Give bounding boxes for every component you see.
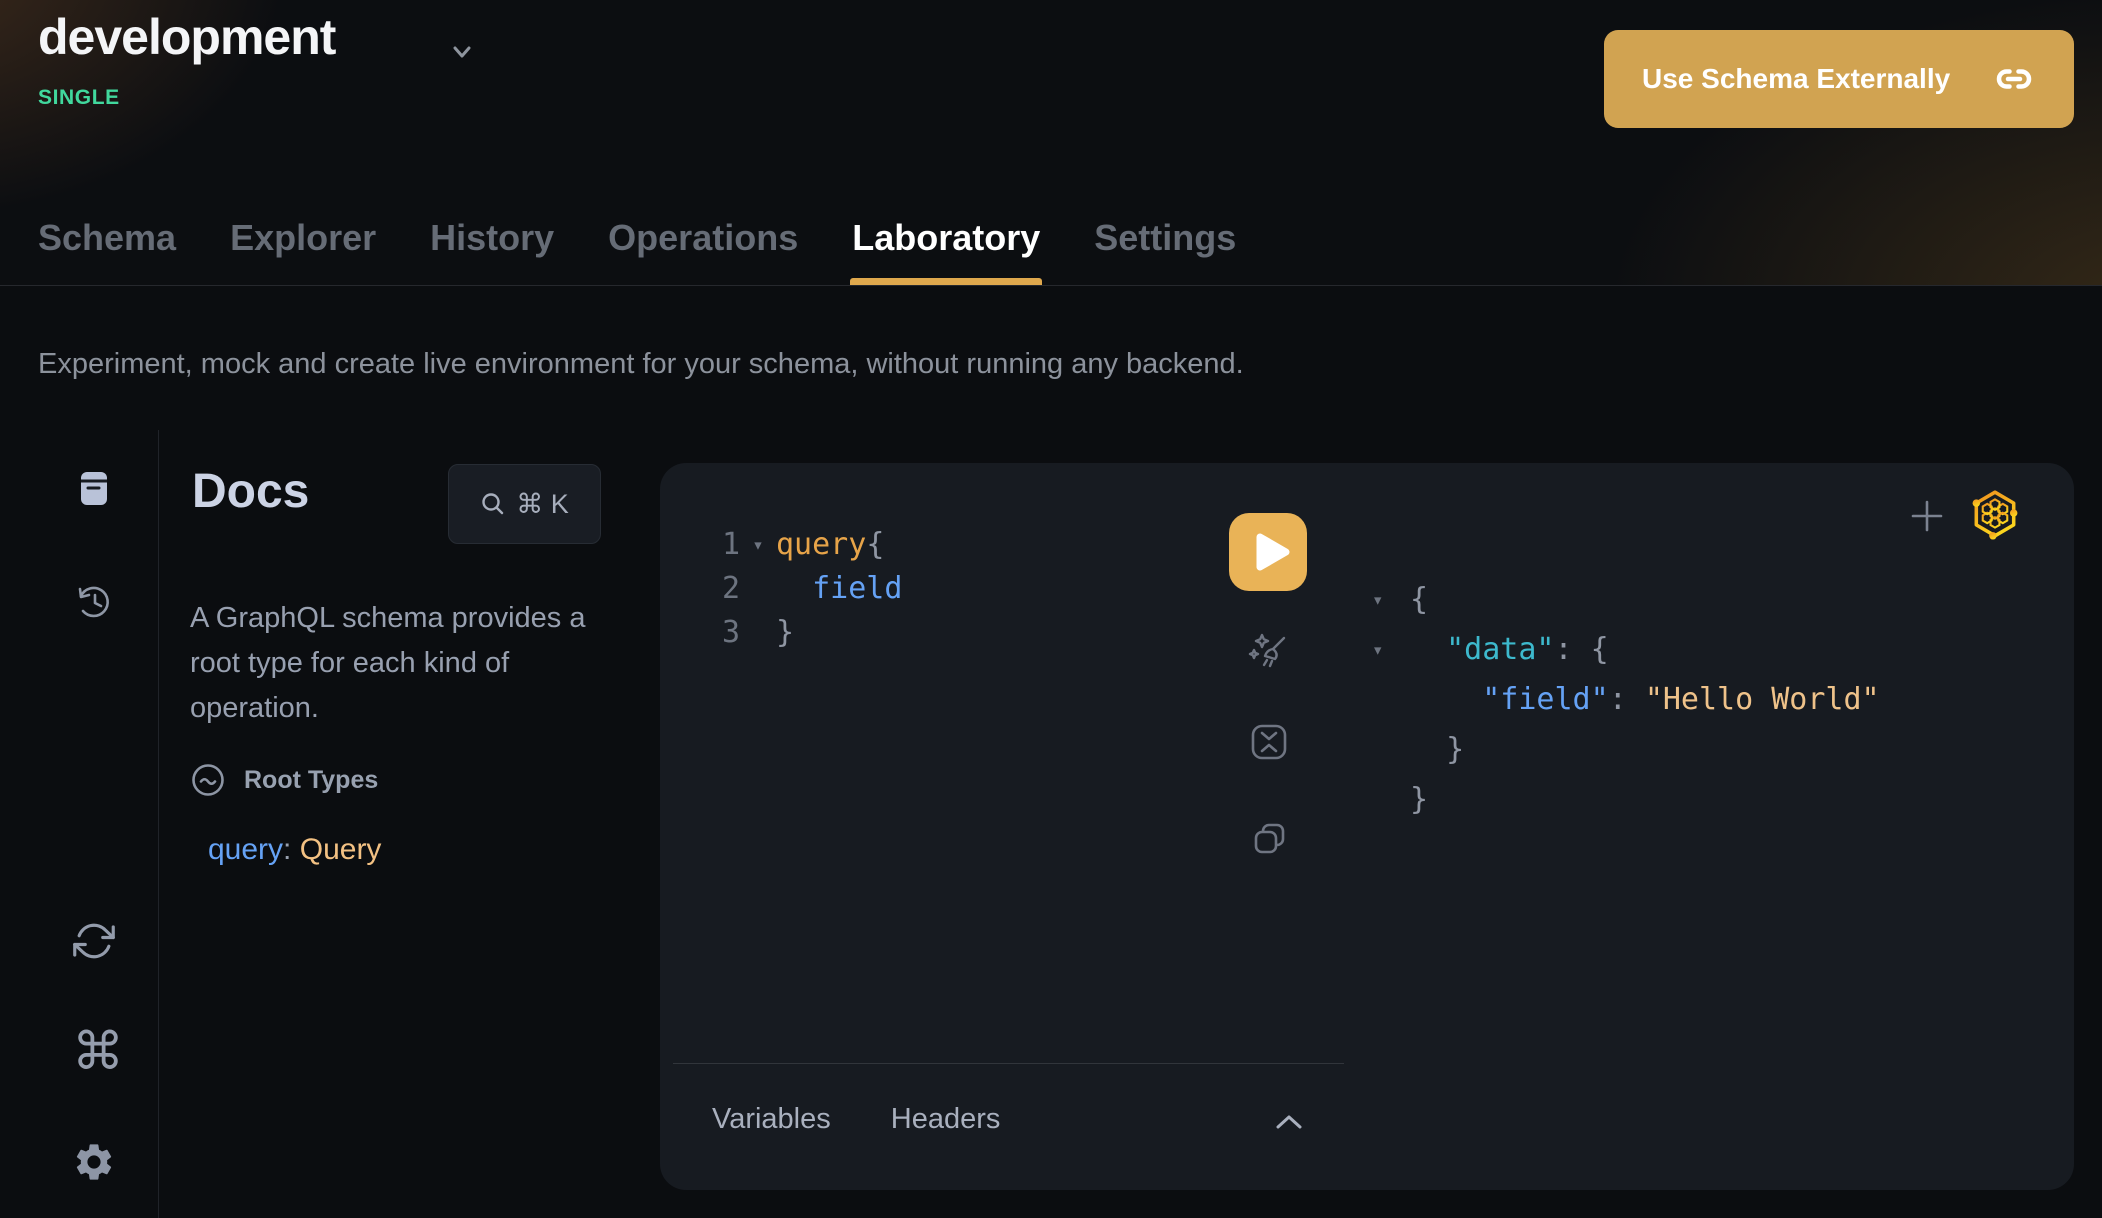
hive-logo-icon: [1968, 487, 2022, 541]
root-type-name[interactable]: query: [208, 833, 283, 866]
link-icon: [1992, 61, 2036, 97]
docs-description-line: A GraphQL schema provides a: [190, 596, 585, 641]
tab-schema[interactable]: Schema: [38, 217, 176, 285]
use-schema-externally-button[interactable]: Use Schema Externally: [1604, 30, 2074, 128]
docs-description-line: root type for each kind of: [190, 641, 585, 686]
hive-logo-button[interactable]: [1968, 487, 2022, 546]
line-number: 1: [712, 523, 740, 567]
fold-spacer: [740, 611, 776, 655]
sidebar-item-reload-schema[interactable]: [73, 920, 115, 967]
root-types-section: Root Types: [190, 762, 378, 798]
execute-query-button[interactable]: [1229, 513, 1307, 591]
docs-description-line: operation.: [190, 686, 585, 731]
prettify-button[interactable]: [1246, 628, 1292, 679]
merge-fragments-button[interactable]: [1248, 721, 1290, 768]
book-icon: [74, 468, 114, 508]
sidebar-divider: [158, 430, 159, 1218]
line-number: 3: [712, 611, 740, 655]
query-editor[interactable]: 1 ▾ query{ 2 field 3 }: [712, 523, 902, 655]
response-text: }: [1410, 725, 1464, 775]
target-selector-dropdown[interactable]: [448, 38, 476, 66]
tab-headers[interactable]: Headers: [891, 1103, 1001, 1136]
command-icon: ⌘: [72, 1023, 124, 1081]
response-text: }: [1410, 775, 1428, 825]
line-number: 2: [712, 567, 740, 611]
plus-icon: [1908, 497, 1946, 535]
magic-broom-icon: [1246, 628, 1292, 674]
root-types-label: Root Types: [244, 766, 378, 795]
fold-spacer: [1372, 775, 1410, 825]
response-line: ▾ "data": {: [1372, 625, 1880, 675]
chevron-up-icon: [1274, 1113, 1304, 1131]
collapse-editor-tools-button[interactable]: [1274, 1113, 1304, 1136]
sidebar-item-shortcuts[interactable]: ⌘: [72, 1026, 124, 1078]
status-badge: SINGLE: [38, 86, 120, 110]
response-text: {: [1410, 575, 1428, 625]
fold-icon[interactable]: ▾: [1372, 625, 1410, 675]
merge-icon: [1248, 721, 1290, 763]
root-type-separator: :: [283, 833, 291, 866]
header: development SINGLE Use Schema Externally…: [0, 0, 2102, 286]
fold-icon[interactable]: ▾: [740, 523, 776, 567]
tab-operations[interactable]: Operations: [608, 217, 798, 285]
sidebar-item-history[interactable]: [72, 580, 116, 629]
graphiql-panel: 1 ▾ query{ 2 field 3 }: [660, 463, 2074, 1190]
code-line: 3 }: [712, 611, 902, 655]
response-line: ▾ {: [1372, 575, 1880, 625]
page-title: development: [38, 8, 335, 66]
gear-icon: [72, 1140, 116, 1184]
sidebar-item-settings[interactable]: [72, 1140, 116, 1189]
response-line: }: [1372, 725, 1880, 775]
tab-explorer[interactable]: Explorer: [230, 217, 376, 285]
add-tab-button[interactable]: [1908, 497, 1946, 540]
root-types-icon: [190, 762, 226, 798]
search-shortcut-label: ⌘ K: [516, 489, 569, 520]
page-subtitle: Experiment, mock and create live environ…: [38, 348, 1244, 381]
code-line: 1 ▾ query{: [712, 523, 902, 567]
code-text: field: [776, 567, 902, 611]
response-text: "field": "Hello World": [1410, 675, 1880, 725]
refresh-icon: [73, 920, 115, 962]
editor-bottom-tabs: Variables Headers: [712, 1103, 1000, 1136]
docs-search-button[interactable]: ⌘ K: [448, 464, 601, 544]
search-icon: [480, 491, 506, 517]
fold-spacer: [1372, 725, 1410, 775]
tab-history[interactable]: History: [430, 217, 554, 285]
copy-query-button[interactable]: [1250, 819, 1290, 864]
sidebar-item-docs[interactable]: [74, 468, 114, 513]
root-type-value[interactable]: Query: [300, 833, 382, 866]
code-text: query{: [776, 523, 884, 567]
laboratory-page: development SINGLE Use Schema Externally…: [0, 0, 2102, 1218]
response-line: }: [1372, 775, 1880, 825]
editor-divider: [673, 1063, 1344, 1064]
docs-description: A GraphQL schema provides a root type fo…: [190, 596, 585, 731]
code-text: }: [776, 611, 794, 655]
response-text: "data": {: [1410, 625, 1609, 675]
response-line: "field": "Hello World": [1372, 675, 1880, 725]
copy-icon: [1250, 819, 1290, 859]
response-viewer: ▾ { ▾ "data": { "field": "Hello World" }…: [1372, 575, 1880, 825]
use-schema-externally-label: Use Schema Externally: [1642, 63, 1950, 95]
code-line: 2 field: [712, 567, 902, 611]
root-type-query: query: Query: [208, 833, 381, 867]
fold-icon[interactable]: ▾: [1372, 575, 1410, 625]
tab-settings[interactable]: Settings: [1094, 217, 1236, 285]
chevron-down-icon: [448, 38, 476, 66]
fold-spacer: [740, 567, 776, 611]
nav-tabs: Schema Explorer History Operations Labor…: [38, 217, 1236, 285]
fold-spacer: [1372, 675, 1410, 725]
docs-title: Docs: [192, 464, 309, 519]
tab-variables[interactable]: Variables: [712, 1103, 831, 1136]
tab-laboratory[interactable]: Laboratory: [852, 217, 1040, 285]
history-clock-icon: [72, 580, 116, 624]
play-icon: [1229, 513, 1307, 591]
